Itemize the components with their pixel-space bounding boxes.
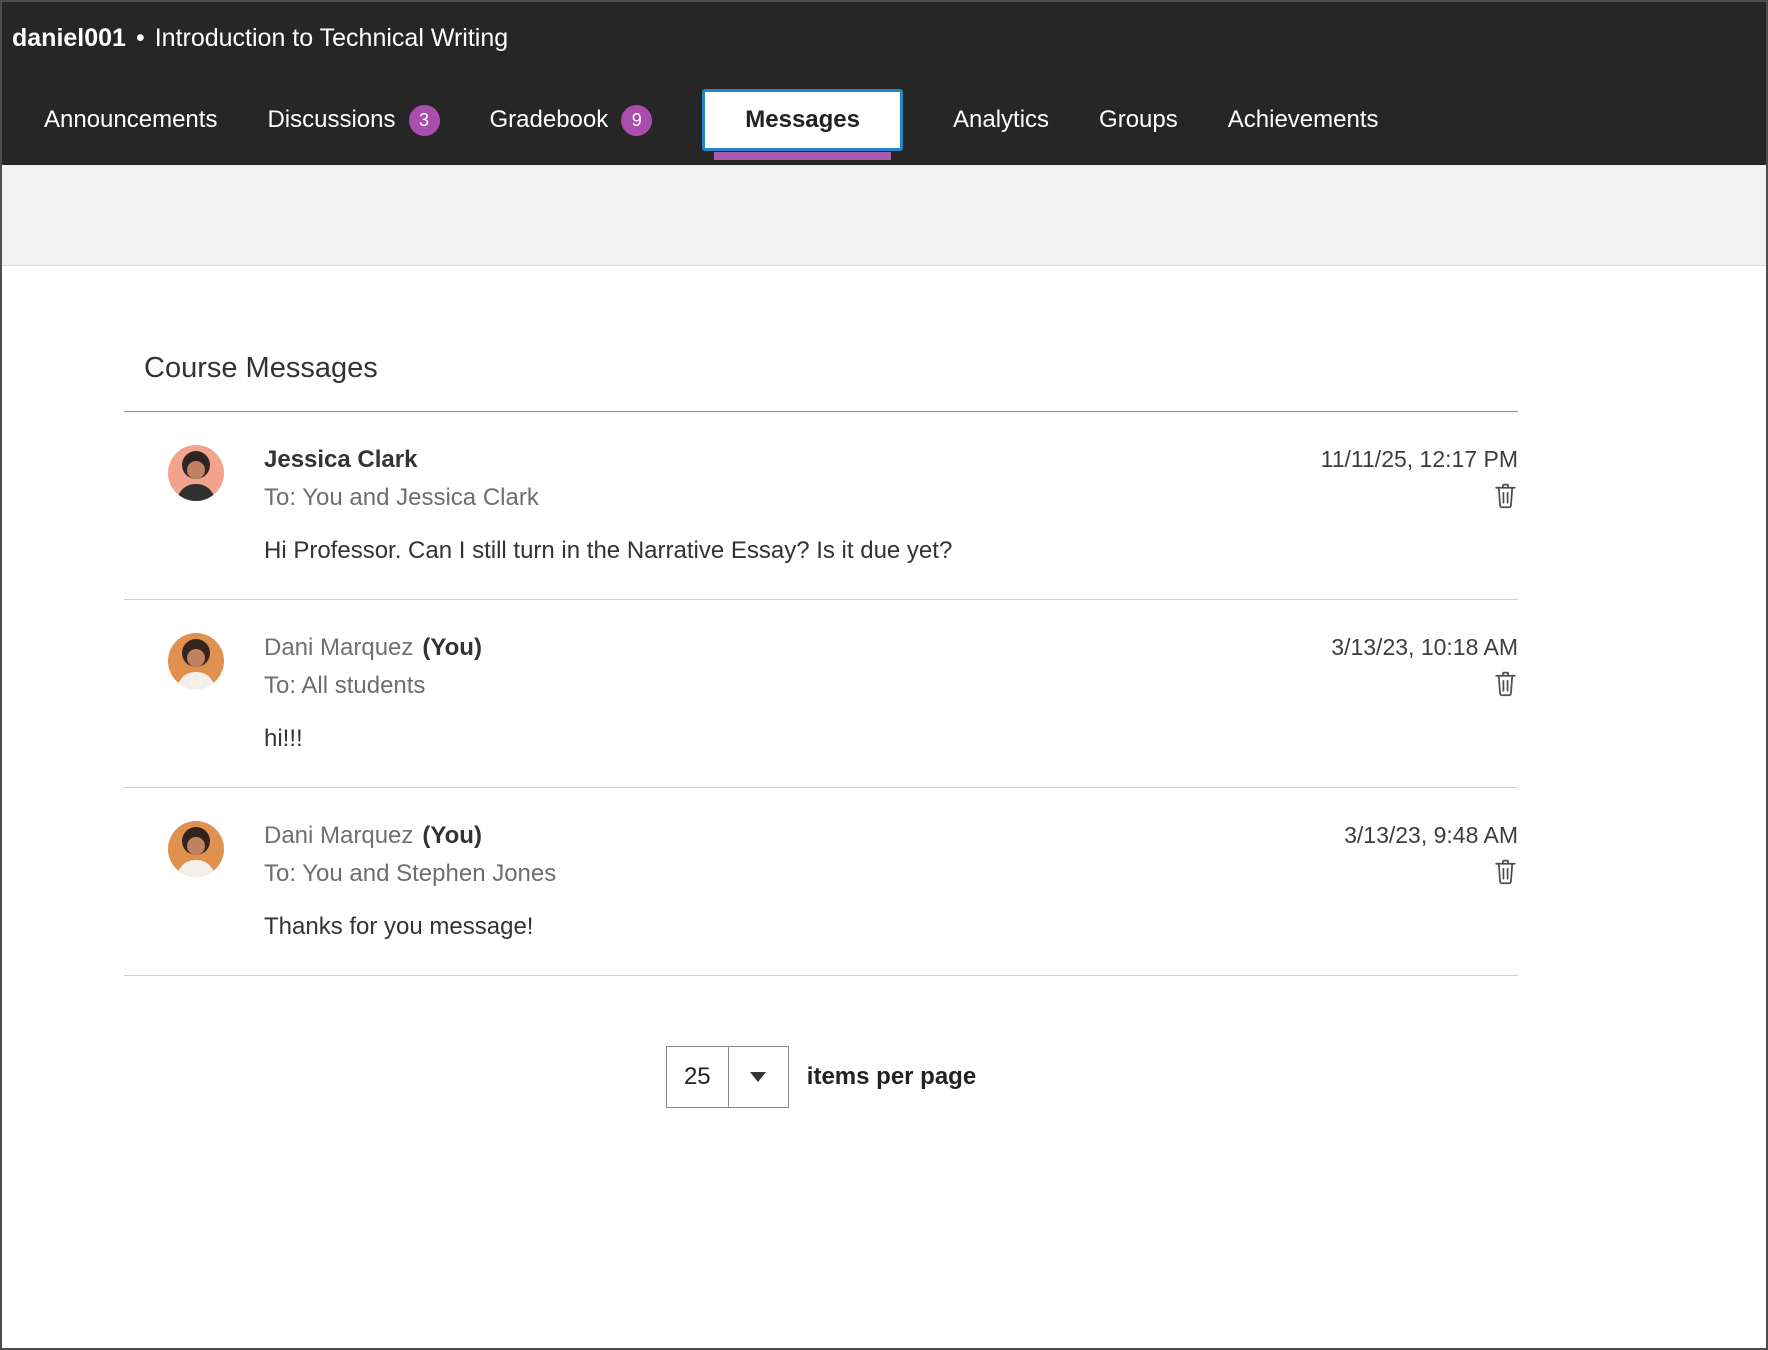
tab-label: Groups — [1099, 106, 1178, 134]
message-side: 3/13/23, 9:48 AM — [1344, 821, 1518, 975]
message-timestamp: 3/13/23, 10:18 AM — [1331, 633, 1518, 663]
tab-gradebook[interactable]: Gradebook 9 — [490, 105, 653, 136]
tab-messages[interactable]: Messages — [702, 89, 903, 151]
tab-achievements[interactable]: Achievements — [1228, 106, 1379, 134]
message-body: Hi Professor. Can I still turn in the Na… — [264, 537, 1321, 599]
message-row[interactable]: Dani Marquez (You) To: You and Stephen Jo… — [124, 788, 1518, 976]
content-header-strip — [2, 165, 1766, 266]
message-row[interactable]: Dani Marquez (You) To: All students hi!!!… — [124, 600, 1518, 788]
message-timestamp: 3/13/23, 9:48 AM — [1344, 821, 1518, 851]
tab-label: Announcements — [44, 106, 217, 134]
trash-icon — [1493, 873, 1518, 888]
message-recipients: To: You and Jessica Clark — [264, 484, 1321, 512]
avatar — [168, 821, 224, 877]
tab-discussions[interactable]: Discussions 3 — [267, 105, 439, 136]
trash-icon — [1493, 685, 1518, 700]
message-recipients: To: You and Stephen Jones — [264, 860, 1344, 888]
tab-groups[interactable]: Groups — [1099, 106, 1178, 134]
tab-label: Discussions — [267, 106, 395, 134]
items-per-page-value: 25 — [667, 1047, 728, 1107]
tab-announcements[interactable]: Announcements — [44, 106, 217, 134]
message-main: Dani Marquez (You) To: All students hi!!! — [264, 633, 1331, 787]
tab-label: Gradebook — [490, 106, 609, 134]
pagination: 25 items per page — [124, 1046, 1518, 1108]
discussions-count-badge: 3 — [409, 105, 440, 136]
header-separator: • — [136, 24, 145, 53]
sender-name: Dani Marquez — [264, 634, 413, 661]
message-body: hi!!! — [264, 725, 1331, 787]
sender-you-suffix: (You) — [422, 634, 482, 661]
sender-name: Dani Marquez — [264, 822, 413, 849]
course-title: Introduction to Technical Writing — [155, 24, 508, 53]
message-sender: Jessica Clark — [264, 445, 1321, 475]
messages-panel: Course Messages Jessica Clark To: You an… — [124, 352, 1518, 1108]
items-per-page-label: items per page — [807, 1063, 976, 1091]
message-main: Jessica Clark To: You and Jessica Clark … — [264, 445, 1321, 599]
active-tab-underline — [714, 152, 891, 160]
tab-label: Achievements — [1228, 106, 1379, 134]
message-timestamp: 11/11/25, 12:17 PM — [1321, 445, 1518, 475]
course-header: daniel001 • Introduction to Technical Wr… — [2, 2, 1766, 75]
delete-message-button[interactable] — [1493, 670, 1518, 700]
message-side: 11/11/25, 12:17 PM — [1321, 445, 1518, 599]
chevron-down-icon — [728, 1047, 788, 1107]
trash-icon — [1493, 497, 1518, 512]
page-title: Course Messages — [144, 352, 1518, 385]
message-row[interactable]: Jessica Clark To: You and Jessica Clark … — [124, 412, 1518, 600]
tab-label: Messages — [745, 106, 860, 134]
message-side: 3/13/23, 10:18 AM — [1331, 633, 1518, 787]
username: daniel001 — [12, 24, 126, 53]
sender-name: Jessica Clark — [264, 446, 417, 473]
avatar — [168, 633, 224, 689]
delete-message-button[interactable] — [1493, 482, 1518, 512]
message-recipients: To: All students — [264, 672, 1331, 700]
gradebook-count-badge: 9 — [621, 105, 652, 136]
message-sender: Dani Marquez (You) — [264, 633, 1331, 663]
avatar — [168, 445, 224, 501]
message-main: Dani Marquez (You) To: You and Stephen Jo… — [264, 821, 1344, 975]
course-nav: Announcements Discussions 3 Gradebook 9 … — [2, 75, 1766, 165]
tab-label: Analytics — [953, 106, 1049, 134]
message-body: Thanks for you message! — [264, 913, 1344, 975]
items-per-page-select[interactable]: 25 — [666, 1046, 789, 1108]
tab-analytics[interactable]: Analytics — [953, 106, 1049, 134]
delete-message-button[interactable] — [1493, 858, 1518, 888]
message-sender: Dani Marquez (You) — [264, 821, 1344, 851]
sender-you-suffix: (You) — [422, 822, 482, 849]
